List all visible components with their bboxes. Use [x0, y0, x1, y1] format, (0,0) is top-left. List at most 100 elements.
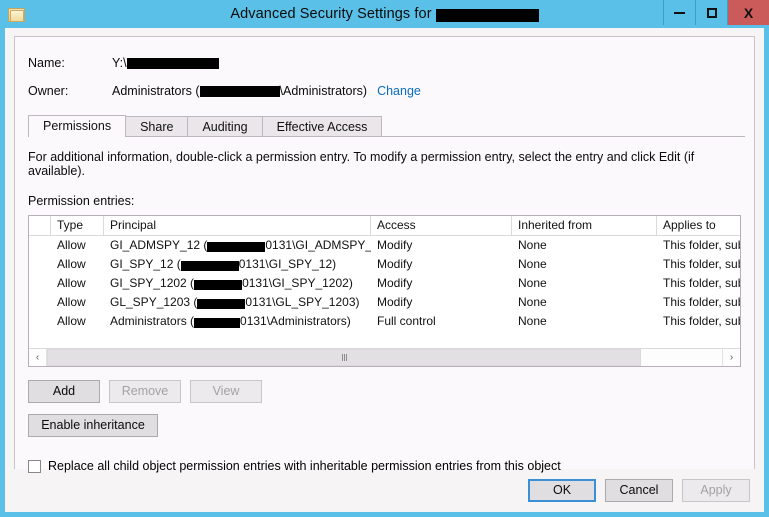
row-principal-suffix: 0131\GL_SPY_1203)	[245, 295, 360, 309]
row-principal-redaction	[194, 279, 243, 290]
row-type: Allow	[57, 276, 86, 290]
column-header-inherited-from[interactable]: Inherited from	[512, 216, 657, 235]
table-row[interactable]: Allow GI_SPY_12 ( 0131\GI_SPY_12) Modify Non…	[29, 255, 740, 274]
replace-child-permissions-label: Replace all child object permission entr…	[48, 459, 561, 473]
ok-button[interactable]: OK	[528, 479, 596, 502]
cancel-button[interactable]: Cancel	[605, 479, 673, 502]
row-principal-redaction	[194, 317, 241, 328]
dialog-client-area: Name: Y:\ Owner: Administrators ( \Admin…	[5, 28, 764, 512]
row-applies-to: This folder, subfolders and files	[663, 276, 740, 290]
row-principal-suffix: 0131\GI_SPY_1202)	[242, 276, 353, 290]
column-header-applies-to[interactable]: Applies to	[657, 216, 740, 235]
tab-strip: Permissions Share Auditing Effective Acc…	[28, 115, 754, 137]
table-row[interactable]: Allow Administrators (0131\Administrators…	[29, 312, 740, 331]
row-principal-prefix: GL_SPY_1203 (	[110, 295, 198, 309]
owner-label: Owner:	[28, 84, 69, 98]
row-principal: GL_SPY_1203 ( 0131\GL_SPY_1203)	[104, 293, 371, 312]
change-owner-link[interactable]: Change	[377, 84, 421, 98]
add-button[interactable]: Add	[28, 380, 100, 403]
row-principal: GI_SPY_12 ( 0131\GI_SPY_12)	[104, 255, 371, 274]
row-inherited-from: None	[518, 238, 547, 252]
owner-value-prefix: Administrators (	[112, 84, 200, 98]
row-type: Allow	[57, 257, 86, 271]
close-button[interactable]: X	[728, 0, 769, 25]
row-inherited-from: None	[518, 295, 547, 309]
row-icon-cell	[29, 239, 51, 253]
dialog-button-bar: OK Cancel Apply	[5, 469, 764, 512]
owner-value-suffix: \Administrators)	[279, 84, 368, 98]
minimize-button[interactable]	[664, 0, 696, 25]
row-principal: GI_ADMSPY_12 (0131\GI_ADMSPY_12)	[104, 236, 371, 255]
table-row[interactable]: Allow GI_ADMSPY_12 (0131\GI_ADMSPY_12) Mod…	[29, 236, 740, 255]
horizontal-scrollbar[interactable]: ‹ ›	[29, 348, 740, 366]
column-header-type[interactable]: Type	[51, 216, 104, 235]
row-principal-prefix: GI_SPY_12 (	[110, 257, 181, 271]
scroll-left-arrow-icon[interactable]: ‹	[29, 349, 47, 366]
window-title-redaction	[435, 8, 539, 22]
permissions-tab-panel: For additional information, double-click…	[15, 150, 754, 473]
tab-auditing[interactable]: Auditing	[187, 116, 263, 137]
row-applies-to: This folder, subfolders and files	[663, 314, 740, 328]
tab-underline	[28, 136, 745, 137]
enable-inheritance-button[interactable]: Enable inheritance	[28, 414, 158, 437]
window-controls: X	[663, 0, 769, 25]
title-bar: Advanced Security Settings for X	[0, 0, 769, 28]
scrollbar-grip-icon	[341, 354, 347, 361]
row-access: Modify	[377, 295, 413, 309]
row-access: Modify	[377, 276, 413, 290]
tab-effective-access[interactable]: Effective Access	[261, 116, 383, 137]
row-principal-redaction	[207, 241, 266, 252]
maximize-icon	[706, 7, 717, 18]
row-inherited-from: None	[518, 276, 547, 290]
replace-child-permissions-checkbox[interactable]	[28, 459, 41, 473]
row-inherited-from: None	[518, 257, 547, 271]
tab-permissions[interactable]: Permissions	[28, 115, 127, 137]
remove-button: Remove	[109, 380, 181, 403]
apply-button: Apply	[682, 479, 750, 502]
name-value: Y:\	[112, 56, 219, 70]
maximize-button[interactable]	[696, 0, 728, 25]
row-principal-prefix: GI_ADMSPY_12 (	[110, 238, 208, 252]
row-applies-to: This folder, subfolders and files	[663, 257, 740, 271]
column-header-icon[interactable]	[29, 216, 51, 235]
scrollbar-track[interactable]	[47, 349, 722, 366]
replace-child-permissions-row[interactable]: Replace all child object permission entr…	[28, 459, 741, 473]
permission-entries-label: Permission entries:	[28, 194, 135, 208]
row-principal: GI_SPY_1202 (0131\GI_SPY_1202)	[104, 274, 371, 293]
column-header-principal[interactable]: Principal	[104, 216, 371, 235]
row-icon-cell	[29, 315, 51, 329]
advanced-security-settings-window: Advanced Security Settings for X Name: Y…	[0, 0, 769, 517]
group-icon	[35, 239, 51, 253]
row-icon-cell	[29, 296, 51, 310]
name-value-text: Y:\	[112, 56, 127, 70]
row-principal: Administrators (0131\Administrators)	[104, 312, 371, 331]
row-access: Modify	[377, 257, 413, 271]
name-redaction	[126, 57, 219, 69]
row-principal-redaction	[197, 298, 246, 309]
name-label: Name:	[28, 56, 65, 70]
window-title: Advanced Security Settings for	[0, 6, 769, 22]
row-icon-cell	[29, 258, 51, 272]
column-header-access[interactable]: Access	[371, 216, 512, 235]
row-type: Allow	[57, 314, 86, 328]
scroll-right-arrow-icon[interactable]: ›	[722, 349, 740, 366]
row-type: Allow	[57, 295, 86, 309]
table-row[interactable]: Allow GI_SPY_1202 (0131\GI_SPY_1202) Modif…	[29, 274, 740, 293]
tab-share[interactable]: Share	[125, 116, 189, 137]
row-inherited-from: None	[518, 314, 547, 328]
row-access: Full control	[377, 314, 436, 328]
row-icon-cell	[29, 277, 51, 291]
row-principal-suffix: 0131\Administrators)	[240, 314, 351, 328]
inheritance-actions-row: Enable inheritance	[28, 414, 741, 437]
table-row[interactable]: Allow GL_SPY_1203 ( 0131\GL_SPY_1203) Modif…	[29, 293, 740, 312]
window-title-text: Advanced Security Settings for	[230, 6, 432, 22]
dialog-page: Name: Y:\ Owner: Administrators ( \Admin…	[14, 36, 755, 473]
list-header-row: Type Principal Access Inherited from App…	[29, 216, 740, 236]
group-icon	[35, 296, 51, 310]
row-access: Modify	[377, 238, 413, 252]
info-text: For additional information, double-click…	[28, 150, 695, 178]
row-applies-to: This folder, subfolders and files	[663, 295, 740, 309]
scrollbar-thumb[interactable]	[47, 349, 641, 366]
row-principal-suffix: 0131\GI_SPY_12)	[238, 257, 337, 271]
permission-entries-list[interactable]: Type Principal Access Inherited from App…	[28, 215, 741, 367]
